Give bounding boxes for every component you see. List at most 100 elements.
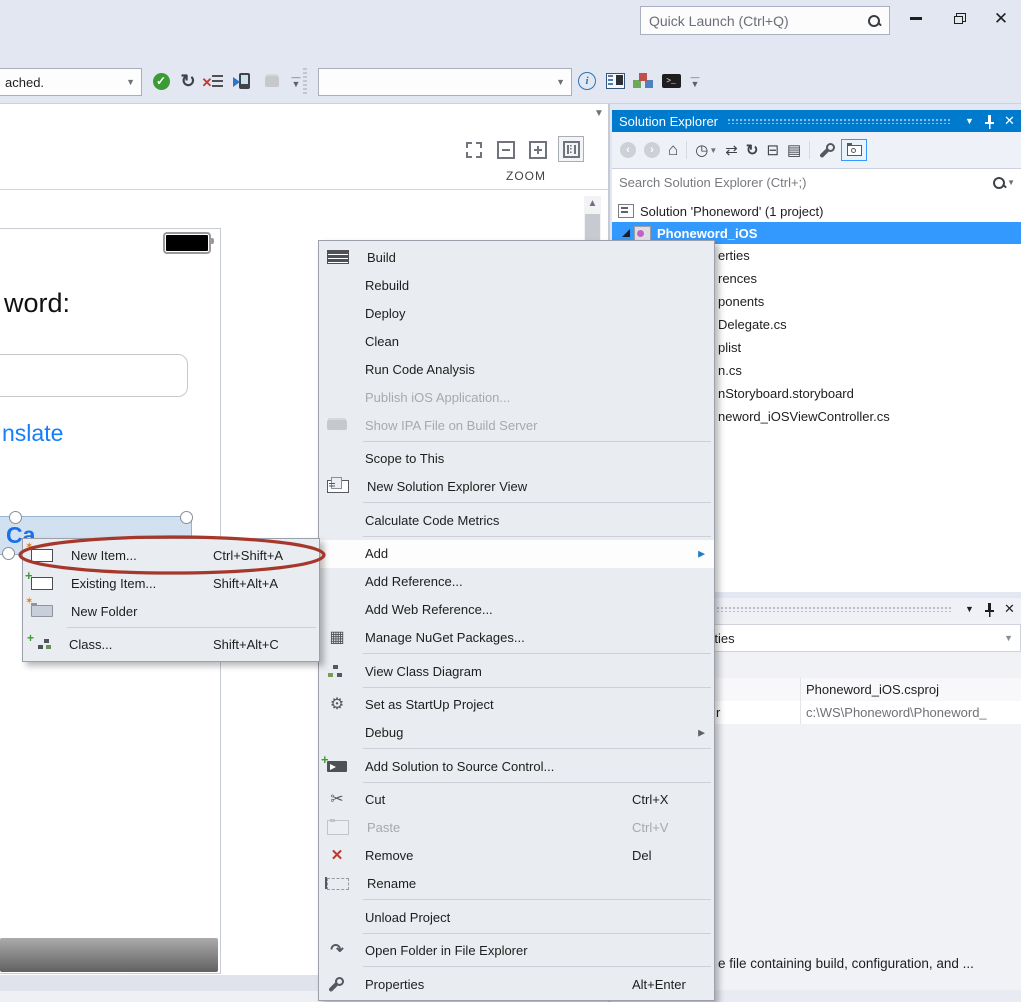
- menu-item[interactable]: Remove Del: [319, 842, 714, 870]
- menu-item[interactable]: Existing Item... Shift+Alt+A: [23, 569, 319, 597]
- selection-handle[interactable]: [180, 511, 193, 524]
- menu-item[interactable]: View Class Diagram: [319, 657, 714, 685]
- show-all-files-icon: [841, 139, 867, 161]
- cancel-build-button[interactable]: [206, 70, 228, 92]
- tree-item-fragment[interactable]: rences: [718, 267, 757, 290]
- close-panel-button[interactable]: ✕: [1001, 113, 1018, 130]
- properties-button[interactable]: [818, 140, 833, 160]
- window-position-dropdown[interactable]: ▼: [961, 601, 978, 618]
- menu-item[interactable]: Rebuild: [319, 271, 714, 299]
- menu-item[interactable]: Set as StartUp Project: [319, 691, 714, 719]
- phoneword-text-field[interactable]: [0, 354, 188, 397]
- menu-item-label: Scope to This: [365, 451, 444, 466]
- device-target-combobox[interactable]: ached. ▼: [0, 68, 142, 96]
- close-panel-button[interactable]: ✕: [1001, 601, 1018, 618]
- minimize-button[interactable]: [903, 5, 929, 31]
- refresh-icon: ↻: [180, 71, 195, 92]
- zoom-fit-button[interactable]: [462, 138, 486, 162]
- translate-button-label[interactable]: nslate: [2, 420, 63, 447]
- menu-item[interactable]: New Folder: [23, 597, 319, 625]
- solution-explorer-search[interactable]: Search Solution Explorer (Ctrl+;) ▼: [612, 168, 1021, 197]
- preview-selected-items-button[interactable]: ▤: [787, 140, 801, 160]
- panel-title: Solution Explorer: [612, 114, 718, 129]
- deploy-to-device-button[interactable]: [233, 70, 255, 92]
- toolbar-drag-handle[interactable]: [303, 68, 307, 94]
- zoom-in-icon: [529, 141, 547, 159]
- components-tool-button[interactable]: [632, 70, 654, 92]
- chevron-down-icon: ▼: [120, 77, 141, 87]
- menu-item[interactable]: Class... Shift+Alt+C: [23, 631, 319, 659]
- menu-item[interactable]: Add Web Reference...: [319, 596, 714, 624]
- tree-item-solution[interactable]: Solution 'Phoneword' (1 project): [612, 200, 1021, 222]
- collapse-all-button[interactable]: ⊟: [766, 140, 779, 160]
- zoom-out-button[interactable]: [494, 138, 518, 162]
- tree-item-fragment[interactable]: ponents: [718, 290, 764, 313]
- quick-launch-input[interactable]: Quick Launch (Ctrl+Q): [640, 6, 890, 35]
- menu-item[interactable]: Add: [319, 540, 714, 568]
- selection-handle[interactable]: [9, 511, 22, 524]
- menu-item[interactable]: New Item... Ctrl+Shift+A: [23, 541, 319, 569]
- menu-item[interactable]: Open Folder in File Explorer: [319, 937, 714, 965]
- overflow-icon: —▼: [691, 74, 700, 88]
- menu-item[interactable]: New Solution Explorer View: [319, 473, 714, 501]
- window-position-dropdown[interactable]: ▼: [961, 113, 978, 130]
- nav-forward-button[interactable]: ›: [644, 140, 660, 160]
- pin-button[interactable]: [981, 601, 998, 618]
- menu-item[interactable]: Debug: [319, 719, 714, 747]
- close-button[interactable]: ✕: [988, 5, 1014, 31]
- menu-item[interactable]: Add Solution to Source Control...: [319, 752, 714, 780]
- search-button[interactable]: ▼: [992, 176, 1015, 190]
- gear-icon: [327, 697, 347, 713]
- menu-item[interactable]: Properties Alt+Enter: [319, 970, 714, 998]
- grid-column-divider[interactable]: [800, 678, 801, 724]
- zoom-in-button[interactable]: [526, 138, 550, 162]
- toolbar-overflow2-button[interactable]: —▼: [684, 70, 706, 92]
- tree-item-fragment[interactable]: n.cs: [718, 359, 742, 382]
- tree-item-fragment[interactable]: erties: [718, 244, 750, 267]
- menu-item[interactable]: Cut Ctrl+X: [319, 786, 714, 814]
- restore-button[interactable]: [946, 5, 972, 31]
- console-tool-button[interactable]: >_: [660, 70, 682, 92]
- menu-item[interactable]: Run Code Analysis: [319, 355, 714, 383]
- forms-tool-button[interactable]: [604, 70, 626, 92]
- show-all-files-button[interactable]: [841, 140, 867, 160]
- zoom-actual-size-button[interactable]: [558, 136, 584, 162]
- refresh-button[interactable]: ↻: [746, 140, 759, 160]
- project-context-menu: Build Rebuild Deploy Clean: [318, 240, 715, 1001]
- menu-item-label: Clean: [365, 334, 399, 349]
- expanded-arrow-icon[interactable]: [622, 229, 630, 237]
- home-button[interactable]: ⌂: [668, 140, 678, 160]
- cancel-list-icon: [212, 75, 223, 88]
- scroll-up-icon[interactable]: ▲: [584, 198, 601, 209]
- pin-button[interactable]: [981, 113, 998, 130]
- property-value: Phoneword_iOS.csproj: [806, 682, 939, 697]
- refresh-button[interactable]: ↻: [177, 70, 199, 92]
- tree-item-fragment[interactable]: nStoryboard.storyboard: [718, 382, 854, 405]
- menu-item: Publish iOS Application...: [319, 383, 714, 411]
- nav-back-button[interactable]: ‹: [620, 140, 636, 160]
- menu-item[interactable]: Manage NuGet Packages...: [319, 624, 714, 652]
- menu-item-label: Build: [367, 250, 396, 265]
- tree-item-fragment[interactable]: Delegate.cs: [718, 313, 787, 336]
- info-button[interactable]: i: [576, 70, 598, 92]
- menu-item[interactable]: Build: [319, 243, 714, 271]
- menu-item[interactable]: Deploy: [319, 299, 714, 327]
- solution-explorer-titlebar[interactable]: Solution Explorer ▼ ✕: [612, 110, 1021, 132]
- selection-handle[interactable]: [2, 547, 15, 560]
- menu-item[interactable]: Clean: [319, 327, 714, 355]
- menu-item[interactable]: Scope to This: [319, 445, 714, 473]
- tree-item-fragment[interactable]: neword_iOSViewController.cs: [718, 405, 890, 428]
- search-icon[interactable]: [867, 14, 881, 28]
- menu-item[interactable]: Add Reference...: [319, 568, 714, 596]
- phoneword-label: word:: [4, 288, 70, 319]
- pending-changes-filter-button[interactable]: ◷▼: [695, 140, 717, 160]
- menu-item[interactable]: Rename: [319, 870, 714, 898]
- sync-with-active-document-button[interactable]: ⇄: [725, 140, 738, 160]
- menu-item[interactable]: Calculate Code Metrics: [319, 506, 714, 534]
- menu-item[interactable]: Unload Project: [319, 903, 714, 931]
- menu-item-label: Paste: [367, 820, 400, 835]
- toolbar-search-combobox[interactable]: ▼: [318, 68, 572, 96]
- run-check-button[interactable]: ✓: [150, 70, 172, 92]
- tree-item-fragment[interactable]: plist: [718, 336, 741, 359]
- document-options-dropdown[interactable]: ▼: [594, 108, 604, 119]
